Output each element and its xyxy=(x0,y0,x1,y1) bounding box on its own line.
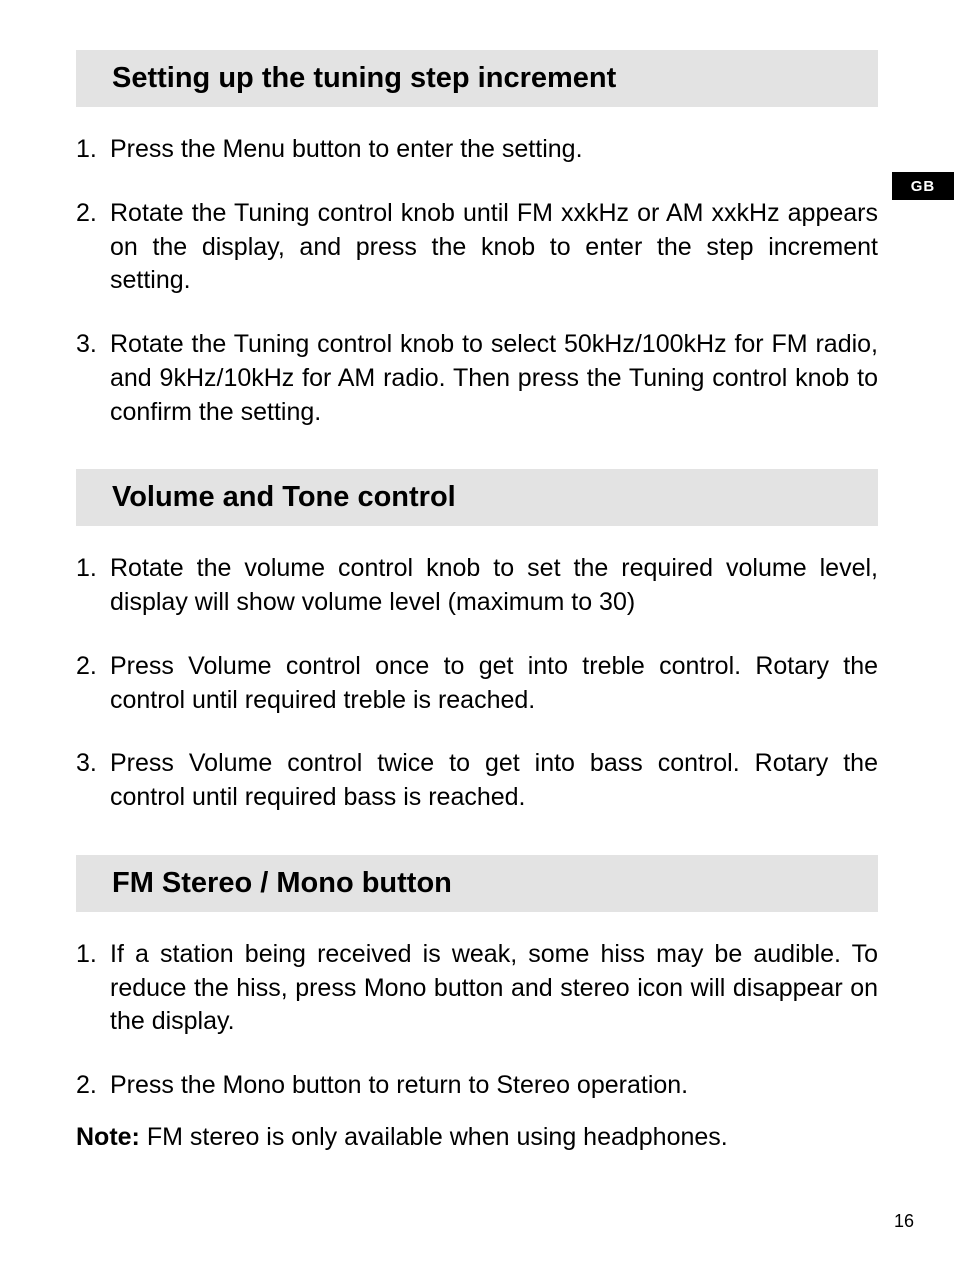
item-number: 3. xyxy=(76,328,110,429)
item-text: Rotate the Tuning control knob until FM … xyxy=(110,197,878,298)
item-text: Press the Menu button to enter the setti… xyxy=(110,133,878,167)
note: Note: FM stereo is only available when u… xyxy=(76,1123,878,1152)
item-number: 2. xyxy=(76,650,110,718)
list-item: 3. Press Volume control twice to get int… xyxy=(76,747,878,815)
list-item: 1. Press the Menu button to enter the se… xyxy=(76,133,878,167)
list-item: 3. Rotate the Tuning control knob to sel… xyxy=(76,328,878,429)
item-text: Rotate the Tuning control knob to select… xyxy=(110,328,878,429)
section-heading: Volume and Tone control xyxy=(76,469,878,526)
ordered-list: 1. Rotate the volume control knob to set… xyxy=(76,552,878,815)
note-label: Note: xyxy=(76,1123,140,1151)
item-text: Press Volume control twice to get into b… xyxy=(110,747,878,815)
item-number: 1. xyxy=(76,552,110,620)
item-number: 2. xyxy=(76,197,110,298)
list-item: 2. Press Volume control once to get into… xyxy=(76,650,878,718)
list-item: 1. Rotate the volume control knob to set… xyxy=(76,552,878,620)
page-number: 16 xyxy=(894,1211,914,1232)
item-text: Press Volume control once to get into tr… xyxy=(110,650,878,718)
item-text: If a station being received is weak, som… xyxy=(110,938,878,1039)
item-number: 1. xyxy=(76,133,110,167)
language-tab: GB xyxy=(892,172,954,200)
list-item: 1. If a station being received is weak, … xyxy=(76,938,878,1039)
note-text: FM stereo is only available when using h… xyxy=(140,1123,728,1151)
ordered-list: 1. If a station being received is weak, … xyxy=(76,938,878,1103)
ordered-list: 1. Press the Menu button to enter the se… xyxy=(76,133,878,429)
list-item: 2. Press the Mono button to return to St… xyxy=(76,1069,878,1103)
section-heading: Setting up the tuning step increment xyxy=(76,50,878,107)
item-number: 3. xyxy=(76,747,110,815)
item-number: 1. xyxy=(76,938,110,1039)
manual-page: GB Setting up the tuning step increment … xyxy=(0,0,954,1272)
item-text: Press the Mono button to return to Stere… xyxy=(110,1069,878,1103)
item-text: Rotate the volume control knob to set th… xyxy=(110,552,878,620)
item-number: 2. xyxy=(76,1069,110,1103)
section-heading: FM Stereo / Mono button xyxy=(76,855,878,912)
list-item: 2. Rotate the Tuning control knob until … xyxy=(76,197,878,298)
